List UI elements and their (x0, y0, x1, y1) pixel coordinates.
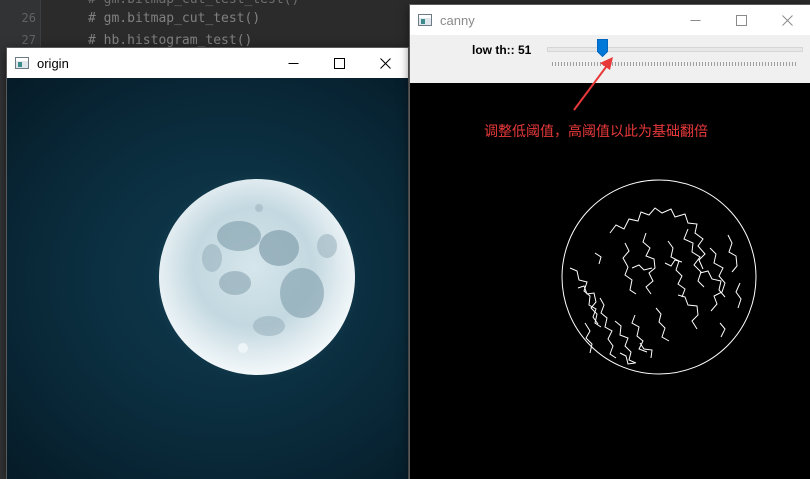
trackbar-label: low th:: 51 (472, 43, 532, 57)
app-window-icon (418, 14, 432, 26)
minimize-button[interactable] (270, 48, 316, 78)
line-number: 27 (21, 33, 36, 47)
origin-titlebar[interactable]: origin (7, 48, 408, 78)
maximize-icon (735, 14, 747, 26)
close-icon (379, 57, 391, 69)
trackbar-panel: low th:: 51 (410, 35, 810, 83)
close-button[interactable] (764, 5, 810, 35)
annotation-text: 调整低阈值，高阈值以此为基础翻倍 (484, 124, 708, 140)
app-window-icon (15, 57, 29, 69)
edge-map (561, 179, 757, 375)
canny-window[interactable]: canny low th:: 51 (410, 5, 810, 479)
canny-titlebar[interactable]: canny (410, 5, 810, 35)
trackbar-ticks (552, 62, 798, 66)
minimize-icon (690, 19, 700, 21)
origin-image-canvas (7, 78, 408, 479)
close-button[interactable] (362, 48, 408, 78)
moon-photo (149, 169, 365, 385)
minimize-icon (288, 62, 298, 64)
trackbar-thumb[interactable] (597, 39, 609, 57)
code-line: # gm.bitmap_cut_test() (88, 11, 261, 26)
origin-window[interactable]: origin (7, 48, 408, 479)
window-title: origin (37, 55, 69, 71)
canny-image-canvas (410, 83, 810, 479)
maximize-icon (333, 57, 345, 69)
maximize-button[interactable] (718, 5, 764, 35)
line-number: 26 (21, 11, 36, 25)
window-title: canny (440, 12, 475, 28)
minimize-button[interactable] (672, 5, 718, 35)
close-icon (781, 14, 793, 26)
maximize-button[interactable] (316, 48, 362, 78)
trackbar-track[interactable] (547, 47, 803, 52)
